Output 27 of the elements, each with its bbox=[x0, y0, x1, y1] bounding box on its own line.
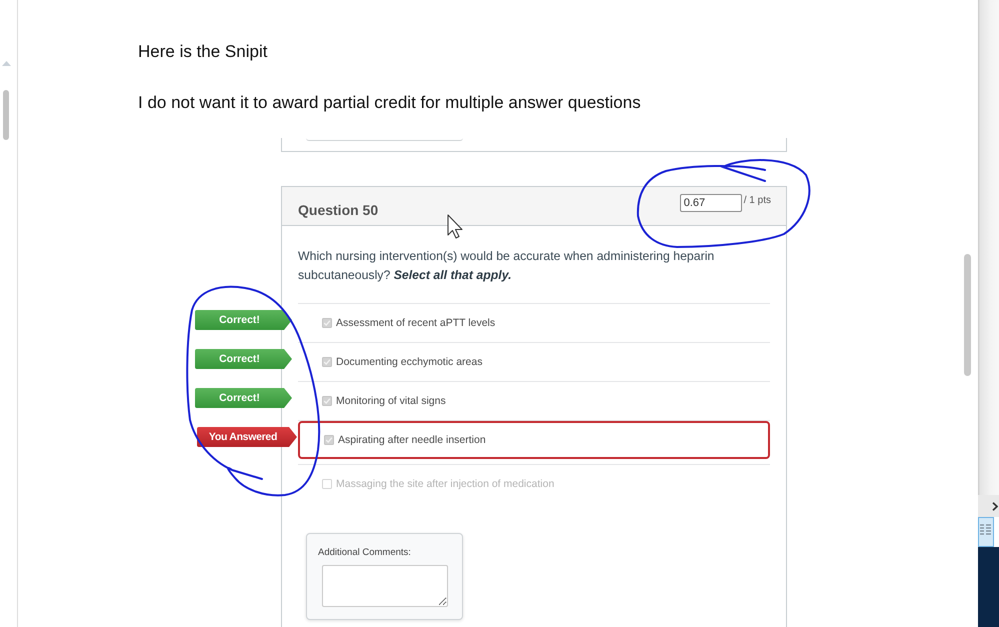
answer-text: Massaging the site after injection of medication bbox=[336, 478, 554, 490]
result-tag: You Answered bbox=[197, 427, 297, 447]
answer-text: Assessment of recent aPTT levels bbox=[336, 317, 496, 329]
answer-text: Documenting ecchymotic areas bbox=[336, 356, 482, 368]
comments-label: Additional Comments: bbox=[318, 547, 411, 559]
answer-checkbox[interactable] bbox=[322, 318, 332, 328]
question-title: Question 50 bbox=[298, 202, 378, 218]
scroll-up-arrow-icon[interactable] bbox=[2, 61, 11, 66]
answer-text: Aspirating after needle insertion bbox=[338, 434, 486, 446]
expand-button[interactable] bbox=[978, 495, 999, 517]
post-paragraph: I do not want it to award partial credit for multiple answer questions bbox=[138, 92, 641, 114]
comments-field[interactable] bbox=[322, 565, 448, 607]
chevron-right-icon bbox=[992, 502, 998, 510]
score-field[interactable]: 0.67 bbox=[680, 194, 742, 212]
answer-checkbox[interactable] bbox=[322, 357, 332, 367]
post-paragraph: Here is the Snipit bbox=[138, 41, 268, 63]
answer-text: Monitoring of vital signs bbox=[336, 395, 446, 407]
points-total: / 1 pts bbox=[744, 194, 771, 208]
result-tag: Correct! bbox=[195, 310, 292, 330]
result-tag: Correct! bbox=[195, 388, 292, 408]
scrollbar-thumb[interactable] bbox=[3, 90, 9, 140]
question-text: Which nursing intervention(s) would be accurate when administering heparin subcutaneously? Select all that apply. bbox=[298, 248, 716, 284]
answer-checkbox[interactable] bbox=[322, 479, 332, 489]
answer-checkbox[interactable] bbox=[322, 396, 332, 406]
result-tag: Correct! bbox=[195, 349, 292, 369]
scrollbar-thumb[interactable] bbox=[964, 254, 971, 376]
answer-checkbox[interactable] bbox=[324, 435, 334, 445]
